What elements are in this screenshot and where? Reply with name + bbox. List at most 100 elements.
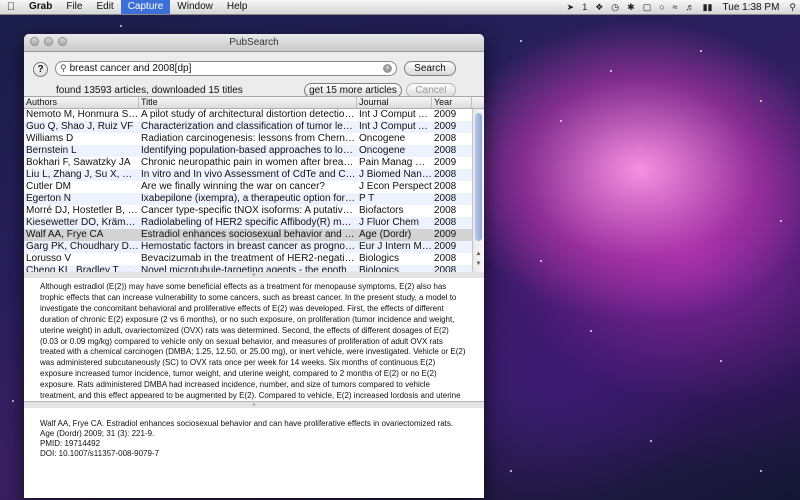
cell-journal: Age (Dordr): [359, 229, 412, 240]
clear-search-icon[interactable]: ×: [383, 64, 392, 73]
menu-window[interactable]: Window: [170, 0, 220, 14]
volume-icon[interactable]: ♬: [682, 2, 699, 12]
star: [560, 120, 562, 122]
clock-icon[interactable]: ◷: [607, 2, 623, 13]
chat-icon[interactable]: ○: [655, 2, 668, 12]
cell-journal: Int J Comput As...: [359, 109, 432, 120]
cursor-status-icon[interactable]: ➤: [563, 2, 579, 13]
menu-capture[interactable]: Capture: [120, 0, 171, 14]
star: [720, 360, 722, 362]
table-row[interactable]: Nemoto M, Honmura S, S... A pilot study o…: [24, 109, 472, 121]
table-row[interactable]: Cutler DM Are we finally winning the war …: [24, 181, 472, 193]
column-header-year[interactable]: Year: [432, 97, 472, 108]
window-titlebar[interactable]: PubSearch: [24, 34, 484, 52]
puzzle-icon[interactable]: ❖: [591, 2, 607, 13]
search-button[interactable]: Search: [404, 61, 456, 76]
scroll-up-arrow-icon[interactable]: ▲: [473, 251, 484, 257]
cell-year: 2008: [434, 193, 457, 204]
cell-authors: Guo Q, Shao J, Ruiz VF: [26, 121, 134, 132]
cell-year: 2008: [434, 145, 457, 156]
scroll-down-arrow-icon[interactable]: ▼: [473, 261, 484, 267]
status-badge-count[interactable]: 1: [578, 2, 591, 12]
cell-year: 2009: [434, 109, 457, 120]
table-row[interactable]: Walf AA, Frye CA Estradiol enhances socio…: [24, 229, 472, 241]
cell-title: Ixabepilone (ixempra), a therapeutic opt…: [141, 193, 357, 204]
table-body: Nemoto M, Honmura S, S... A pilot study o…: [24, 109, 472, 277]
table-row[interactable]: Guo Q, Shao J, Ruiz VF Characterization a…: [24, 121, 472, 133]
column-header-journal[interactable]: Journal: [357, 97, 432, 108]
table-row[interactable]: Egerton N Ixabepilone (ixempra), a therap…: [24, 193, 472, 205]
menu-app-name[interactable]: Grab: [22, 0, 59, 14]
scrollbar-thumb[interactable]: [475, 113, 482, 241]
menu-edit[interactable]: Edit: [89, 0, 120, 14]
cell-journal: Oncogene: [359, 145, 406, 156]
search-status: found 13593 articles, downloaded 15 titl…: [56, 85, 243, 96]
cell-year: 2008: [434, 205, 457, 216]
table-scrollbar[interactable]: ▲ ▼: [472, 109, 484, 273]
cell-year: 2009: [434, 241, 457, 252]
window-title: PubSearch: [229, 37, 279, 48]
cell-year: 2009: [434, 229, 457, 240]
cell-year: 2008: [434, 181, 457, 192]
table-row[interactable]: Lorusso V Bevacizumab in the treatment of…: [24, 253, 472, 265]
table-row[interactable]: Morré DJ, Hostetler B, We... Cancer type-…: [24, 205, 472, 217]
cell-title: A pilot study of architectural distortio…: [141, 109, 357, 120]
spotlight-icon[interactable]: ⚲: [785, 2, 800, 13]
cell-title: Are we finally winning the war on cancer…: [141, 181, 325, 192]
cell-authors: Williams D: [26, 133, 74, 144]
cell-journal: Oncogene: [359, 133, 406, 144]
citation-reference: Walf AA, Frye CA. Estradiol enhances soc…: [40, 419, 454, 438]
cell-journal: Eur J Intern Med: [359, 241, 432, 252]
cell-authors: Kiesewetter DO, Krämer-...: [26, 217, 139, 228]
apple-icon[interactable]: : [0, 1, 22, 13]
cell-title: Chronic neuropathic pain in women after …: [141, 157, 357, 168]
star: [12, 400, 14, 402]
cell-authors: Liu L, Zhang J, Su X, Maso...: [26, 169, 139, 180]
minimize-window-icon[interactable]: [44, 37, 53, 46]
cell-journal: P T: [359, 193, 375, 204]
column-header-title[interactable]: Title: [139, 97, 357, 108]
citation-pane: Walf AA, Frye CA. Estradiol enhances soc…: [24, 408, 484, 498]
cell-year: 2008: [434, 253, 457, 264]
star: [760, 470, 762, 472]
display-icon[interactable]: ▢: [639, 2, 656, 13]
help-button[interactable]: ?: [33, 62, 48, 77]
star: [590, 330, 592, 332]
table-row[interactable]: Williams D Radiation carcinogenesis: less…: [24, 133, 472, 145]
cell-title: Radiolabeling of HER2 specific Affibody(…: [141, 217, 357, 228]
table-row[interactable]: Kiesewetter DO, Krämer-... Radiolabeling …: [24, 217, 472, 229]
table-row[interactable]: Liu L, Zhang J, Su X, Maso...In vitro an…: [24, 169, 472, 181]
bluetooth-icon[interactable]: ✱: [623, 2, 639, 13]
cell-authors: Walf AA, Frye CA: [26, 229, 104, 240]
wifi-icon[interactable]: ≈: [669, 2, 682, 12]
table-row[interactable]: Bokhari F, Sawatzky JA Chronic neuropathi…: [24, 157, 472, 169]
close-window-icon[interactable]: [30, 37, 39, 46]
cell-authors: Cutler DM: [26, 181, 72, 192]
search-query[interactable]: breast cancer and 2008[dp]: [70, 63, 383, 74]
menu-clock[interactable]: Tue 1:38 PM: [717, 2, 786, 13]
battery-icon[interactable]: ▮▮: [699, 2, 717, 13]
cell-year: 2008: [434, 217, 457, 228]
cell-authors: Morré DJ, Hostetler B, We...: [26, 205, 139, 216]
search-input[interactable]: ⚲ breast cancer and 2008[dp] ×: [55, 61, 397, 76]
star: [780, 220, 782, 222]
cell-authors: Egerton N: [26, 193, 72, 204]
star: [540, 260, 542, 262]
cell-journal: Biofactors: [359, 205, 404, 216]
star: [760, 100, 762, 102]
cell-journal: Pain Manag Nurs: [359, 157, 432, 168]
table-row[interactable]: Bernstein L Identifying population-based …: [24, 145, 472, 157]
cell-title: In vitro and In vivo Assessment of CdTe …: [141, 169, 357, 180]
column-header-authors[interactable]: Authors: [24, 97, 139, 108]
cell-authors: Garg PK, Choudhary D, H...: [26, 241, 139, 252]
pubsearch-window: PubSearch ? ⚲ breast cancer and 2008[dp]…: [24, 34, 484, 498]
menu-help[interactable]: Help: [220, 0, 255, 14]
status-items: ➤ 1 ❖ ◷ ✱ ▢ ○ ≈ ♬ ▮▮ Tue 1:38 PM ⚲: [563, 0, 800, 14]
menu-bar:  Grab File Edit Capture Window Help ➤ 1…: [0, 0, 800, 15]
menu-file[interactable]: File: [59, 0, 89, 14]
zoom-window-icon[interactable]: [58, 37, 67, 46]
cell-title: Characterization and classification of t…: [141, 121, 357, 132]
table-row[interactable]: Garg PK, Choudhary D, H... Hemostatic fac…: [24, 241, 472, 253]
abstract-pane: Although estradiol (E(2)) may have some …: [24, 278, 484, 422]
cell-authors: Lorusso V: [26, 253, 72, 264]
